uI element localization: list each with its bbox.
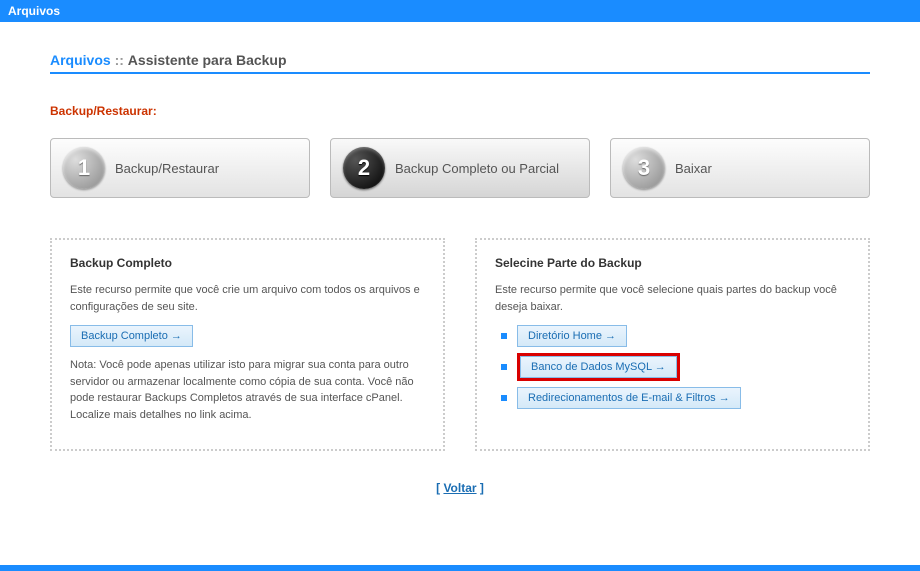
breadcrumb-sep: ::	[115, 52, 124, 68]
bullet-icon	[501, 333, 507, 339]
top-bar: Arquivos	[0, 0, 920, 22]
section-title: Backup/Restaurar:	[50, 104, 870, 118]
step-2-number-icon: 2	[343, 147, 385, 189]
panels-row: Backup Completo Este recurso permite que…	[50, 238, 870, 451]
step-3[interactable]: 3 Baixar	[610, 138, 870, 198]
breadcrumb-sub: Assistente para Backup	[128, 52, 287, 68]
bracket-close: ]	[477, 481, 484, 495]
step-1-label: Backup/Restaurar	[115, 161, 219, 176]
step-3-number-icon: 3	[623, 147, 665, 189]
step-2[interactable]: 2 Backup Completo ou Parcial	[330, 138, 590, 198]
top-bar-title: Arquivos	[8, 4, 60, 18]
panel-partial-title: Selecine Parte do Backup	[495, 256, 850, 270]
partial-backup-list: Diretório Home → Banco de Dados MySQL → …	[501, 325, 850, 409]
panel-partial-desc: Este recurso permite que você selecione …	[495, 282, 850, 315]
bullet-icon	[501, 364, 507, 370]
list-item: Redirecionamentos de E-mail & Filtros →	[501, 387, 850, 409]
main-container: Arquivos :: Assistente para Backup Backu…	[0, 22, 920, 525]
panel-partial-backup: Selecine Parte do Backup Este recurso pe…	[475, 238, 870, 451]
breadcrumb: Arquivos :: Assistente para Backup	[50, 52, 870, 68]
mysql-highlight-box: Banco de Dados MySQL →	[517, 353, 680, 381]
back-link[interactable]: Voltar	[443, 481, 476, 495]
steps-row: 1 Backup/Restaurar 2 Backup Completo ou …	[50, 138, 870, 198]
divider	[50, 72, 870, 74]
home-directory-button[interactable]: Diretório Home →	[517, 325, 627, 347]
breadcrumb-main[interactable]: Arquivos	[50, 52, 111, 68]
list-item: Banco de Dados MySQL →	[501, 353, 850, 381]
mysql-database-button[interactable]: Banco de Dados MySQL →	[520, 356, 677, 378]
panel-full-desc: Este recurso permite que você crie um ar…	[70, 282, 425, 315]
panel-full-title: Backup Completo	[70, 256, 425, 270]
bullet-icon	[501, 395, 507, 401]
panel-full-note: Nota: Você pode apenas utilizar isto par…	[70, 357, 425, 423]
email-filters-button[interactable]: Redirecionamentos de E-mail & Filtros →	[517, 387, 741, 409]
panel-full-backup: Backup Completo Este recurso permite que…	[50, 238, 445, 451]
step-1[interactable]: 1 Backup/Restaurar	[50, 138, 310, 198]
full-backup-button[interactable]: Backup Completo →	[70, 325, 193, 347]
step-1-number-icon: 1	[63, 147, 105, 189]
step-3-label: Baixar	[675, 161, 712, 176]
back-link-wrap: [ Voltar ]	[50, 481, 870, 495]
list-item: Diretório Home →	[501, 325, 850, 347]
bottom-bar	[0, 565, 920, 571]
step-2-label: Backup Completo ou Parcial	[395, 161, 559, 176]
